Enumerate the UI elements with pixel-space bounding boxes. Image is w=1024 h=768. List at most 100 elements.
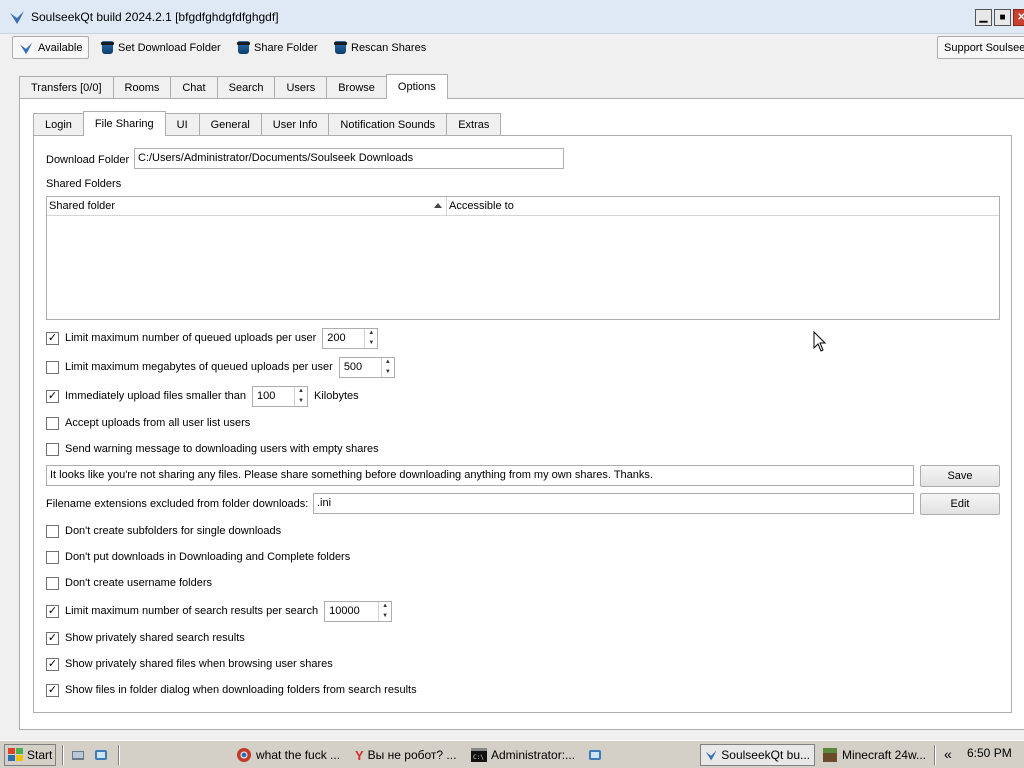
subtab-file-sharing[interactable]: File Sharing	[82, 111, 166, 136]
task-cmd[interactable]: C:\ Administrator:...	[467, 744, 581, 766]
save-button[interactable]: Save	[920, 465, 1000, 487]
task-soulseekqt[interactable]: SoulseekQt bu...	[700, 744, 815, 766]
task-yandex[interactable]: Y Вы не робот? ...	[351, 744, 463, 766]
spin-up-icon[interactable]: ▲	[382, 358, 394, 368]
show-private-browse-label: Show privately shared files when browsin…	[65, 658, 333, 670]
no-username-folders-row: Don't create username folders	[46, 573, 212, 593]
no-downloading-folders-row: Don't put downloads in Downloading and C…	[46, 547, 350, 567]
limit-search-results-row: ✓ Limit maximum number of search results…	[46, 600, 393, 622]
limit-queued-uploads-checkbox[interactable]: ✓	[46, 331, 59, 345]
limit-search-results-checkbox[interactable]: ✓	[46, 604, 59, 618]
clock[interactable]: 6:50 PM	[967, 746, 1012, 760]
shared-folders-table[interactable]: Shared folder Accessible to	[46, 196, 1000, 320]
main-area: Transfers [0/0] Rooms Chat Search Users …	[9, 63, 1024, 735]
show-folder-dialog-checkbox[interactable]: ✓	[46, 683, 59, 697]
shared-folders-label: Shared Folders	[46, 178, 122, 190]
status-available-button[interactable]: Available	[12, 36, 90, 59]
limit-queued-uploads-spinbox[interactable]: 200 ▲ ▼	[322, 327, 379, 349]
chrome-icon	[237, 748, 251, 762]
limit-megabytes-label: Limit maximum megabytes of queued upload…	[65, 361, 333, 373]
minimize-button[interactable]: ▁	[975, 9, 992, 26]
tab-users[interactable]: Users	[274, 76, 328, 99]
limit-megabytes-checkbox[interactable]	[46, 360, 59, 374]
terminal-icon: C:\	[471, 748, 487, 762]
kilobytes-unit: Kilobytes	[313, 390, 359, 402]
accept-uploads-checkbox[interactable]	[46, 416, 59, 430]
separator	[118, 745, 120, 765]
table-header: Shared folder Accessible to	[47, 197, 999, 216]
download-folder-input[interactable]: C:/Users/Administrator/Documents/Soulsee…	[134, 148, 564, 169]
tab-options[interactable]: Options	[385, 74, 448, 99]
show-private-search-checkbox[interactable]: ✓	[46, 631, 59, 645]
edit-button[interactable]: Edit	[920, 493, 1000, 515]
explorer-icon[interactable]	[588, 748, 602, 762]
spinbox-value: 100	[256, 389, 276, 402]
limit-queued-uploads-label: Limit maximum number of queued uploads p…	[65, 332, 317, 344]
column-shared-folder[interactable]: Shared folder	[47, 197, 447, 216]
subtab-general[interactable]: General	[198, 113, 262, 136]
set-download-folder-button[interactable]: Set Download Folder	[96, 36, 227, 59]
excluded-extensions-input[interactable]: .ini	[313, 493, 914, 514]
start-button[interactable]: Start	[4, 744, 57, 766]
subtab-notification-sounds[interactable]: Notification Sounds	[328, 113, 448, 136]
subtab-user-info[interactable]: User Info	[260, 113, 330, 136]
no-downloading-folders-checkbox[interactable]	[46, 550, 59, 564]
no-username-folders-checkbox[interactable]	[46, 576, 59, 590]
task-label: Administrator:...	[491, 748, 576, 762]
show-private-browse-checkbox[interactable]: ✓	[46, 657, 59, 671]
limit-search-results-spinbox[interactable]: 10000 ▲ ▼	[324, 600, 393, 622]
share-folder-label: Share Folder	[254, 41, 318, 54]
show-private-browse-row: ✓ Show privately shared files when brows…	[46, 654, 333, 674]
immediately-upload-checkbox[interactable]: ✓	[46, 389, 59, 403]
spin-down-icon[interactable]: ▼	[382, 367, 394, 377]
immediately-upload-row: ✓ Immediately upload files smaller than …	[46, 385, 359, 407]
support-soulseek-button[interactable]: Support Soulseek	[937, 36, 1024, 59]
bucket-icon	[101, 41, 114, 54]
spin-up-icon[interactable]: ▲	[365, 329, 377, 339]
column-accessible-to[interactable]: Accessible to	[447, 197, 999, 216]
subtab-login[interactable]: Login	[33, 113, 84, 136]
toolbar: Available Set Download Folder Share Fold…	[0, 34, 1024, 62]
tray-expand-button[interactable]: «	[944, 746, 952, 762]
spinbox-value: 10000	[329, 604, 360, 617]
send-warning-checkbox[interactable]	[46, 442, 59, 456]
no-subfolders-checkbox[interactable]	[46, 524, 59, 538]
limit-megabytes-spinbox[interactable]: 500 ▲ ▼	[338, 356, 395, 378]
minecraft-icon	[822, 748, 837, 762]
download-folder-label: Download Folder	[46, 154, 130, 166]
start-label: Start	[27, 748, 53, 762]
immediately-upload-label: Immediately upload files smaller than	[65, 390, 246, 402]
accept-uploads-label: Accept uploads from all user list users	[65, 417, 251, 429]
subtab-extras[interactable]: Extras	[446, 113, 502, 136]
task-chrome[interactable]: what the fuck ...	[232, 744, 346, 766]
tab-transfers[interactable]: Transfers [0/0]	[19, 76, 114, 99]
maximize-button[interactable]: ■	[994, 9, 1011, 26]
task-label: SoulseekQt bu...	[721, 748, 810, 762]
tab-rooms[interactable]: Rooms	[112, 76, 172, 99]
close-button[interactable]: ✕	[1013, 9, 1024, 26]
sort-ascending-icon	[434, 203, 442, 208]
show-folder-dialog-label: Show files in folder dialog when downloa…	[65, 684, 417, 696]
show-folder-dialog-row: ✓ Show files in folder dialog when downl…	[46, 680, 417, 700]
spin-up-icon[interactable]: ▲	[295, 387, 307, 397]
subtab-ui[interactable]: UI	[164, 113, 200, 136]
task-minecraft[interactable]: Minecraft 24w...	[818, 744, 930, 766]
warning-message-input[interactable]: It looks like you're not sharing any fil…	[46, 465, 914, 486]
tab-browse[interactable]: Browse	[326, 76, 387, 99]
show-desktop-icon[interactable]	[71, 748, 85, 762]
spinbox-value: 200	[327, 331, 346, 344]
tab-search[interactable]: Search	[216, 76, 276, 99]
tab-chat[interactable]: Chat	[170, 76, 218, 99]
spin-down-icon[interactable]: ▼	[365, 338, 377, 348]
spinbox-value: 500	[343, 360, 363, 373]
rescan-shares-button[interactable]: Rescan Shares	[329, 36, 432, 59]
no-subfolders-label: Don't create subfolders for single downl…	[65, 525, 282, 537]
immediately-upload-spinbox[interactable]: 100 ▲ ▼	[251, 385, 308, 407]
spin-up-icon[interactable]: ▲	[379, 602, 391, 612]
spin-down-icon[interactable]: ▼	[379, 611, 391, 621]
limit-megabytes-row: Limit maximum megabytes of queued upload…	[46, 356, 395, 378]
share-folder-button[interactable]: Share Folder	[232, 36, 324, 59]
spin-down-icon[interactable]: ▼	[295, 396, 307, 406]
windows-logo-icon	[8, 748, 23, 761]
explorer-icon[interactable]	[94, 748, 108, 762]
